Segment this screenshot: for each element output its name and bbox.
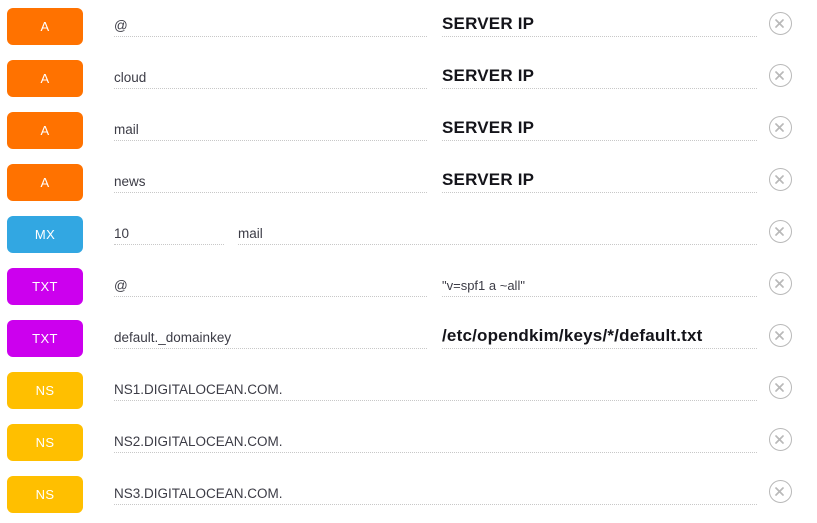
record-fields: @ "v=spf1 a ~all" bbox=[114, 264, 807, 316]
remove-record-icon[interactable] bbox=[769, 12, 792, 35]
record-type-badge[interactable]: A bbox=[7, 112, 83, 149]
record-value-input[interactable]: "v=spf1 a ~all" bbox=[442, 264, 757, 297]
record-name-value: default._domainkey bbox=[114, 330, 232, 346]
record-fields: news SERVER IP bbox=[114, 160, 807, 212]
record-type-label: NS bbox=[35, 383, 55, 398]
record-value-value: SERVER IP bbox=[442, 66, 535, 86]
record-type-badge[interactable]: A bbox=[7, 8, 83, 45]
record-value-value: SERVER IP bbox=[442, 118, 535, 138]
record-hostname-input[interactable]: NS1.DIGITALOCEAN.COM. bbox=[114, 368, 757, 401]
record-value-input[interactable]: SERVER IP bbox=[442, 4, 757, 37]
record-name-input[interactable]: mail bbox=[114, 108, 427, 141]
record-type-label: MX bbox=[34, 227, 56, 242]
record-priority-input[interactable]: 10 bbox=[114, 212, 224, 245]
table-row: Acloud SERVER IP bbox=[0, 56, 817, 108]
record-name-value: @ bbox=[114, 278, 128, 294]
record-name-value: @ bbox=[114, 18, 128, 34]
record-fields: cloud SERVER IP bbox=[114, 56, 807, 108]
record-fields: default._domainkey/etc/opendkim/keys/*/d… bbox=[114, 316, 807, 368]
record-name-input[interactable]: news bbox=[114, 160, 427, 193]
record-hostname-value: NS1.DIGITALOCEAN.COM. bbox=[114, 382, 283, 398]
record-type-label: A bbox=[40, 19, 50, 34]
record-type-badge[interactable]: NS bbox=[7, 372, 83, 409]
remove-record-icon[interactable] bbox=[769, 480, 792, 503]
record-type-label: NS bbox=[35, 487, 55, 502]
record-type-badge[interactable]: MX bbox=[7, 216, 83, 253]
record-value-input[interactable]: SERVER IP bbox=[442, 160, 757, 193]
record-fields: mail SERVER IP bbox=[114, 108, 807, 160]
table-row: TXT default._domainkey/etc/opendkim/keys/… bbox=[0, 316, 817, 368]
record-type-label: NS bbox=[35, 435, 55, 450]
record-priority-value: 10 bbox=[114, 226, 130, 242]
record-fields: NS3.DIGITALOCEAN.COM. bbox=[114, 472, 807, 523]
record-type-label: A bbox=[40, 175, 50, 190]
record-host-value: mail bbox=[238, 226, 263, 242]
record-value-value: SERVER IP bbox=[442, 14, 535, 34]
record-value-value: SERVER IP bbox=[442, 170, 535, 190]
record-type-label: TXT bbox=[32, 279, 58, 294]
table-row: NS NS2.DIGITALOCEAN.COM. bbox=[0, 420, 817, 472]
record-value-input[interactable]: SERVER IP bbox=[442, 56, 757, 89]
table-row: NS NS1.DIGITALOCEAN.COM. bbox=[0, 368, 817, 420]
remove-record-icon[interactable] bbox=[769, 324, 792, 347]
remove-record-icon[interactable] bbox=[769, 220, 792, 243]
record-value-input[interactable]: SERVER IP bbox=[442, 108, 757, 141]
record-type-badge[interactable]: TXT bbox=[7, 268, 83, 305]
record-name-input[interactable]: cloud bbox=[114, 56, 427, 89]
record-name-input[interactable]: default._domainkey bbox=[114, 316, 427, 349]
remove-record-icon[interactable] bbox=[769, 272, 792, 295]
record-name-input[interactable]: @ bbox=[114, 264, 427, 297]
remove-record-icon[interactable] bbox=[769, 116, 792, 139]
table-row: Amail SERVER IP bbox=[0, 108, 817, 160]
record-value-input[interactable]: /etc/opendkim/keys/*/default.txt bbox=[442, 316, 757, 349]
record-hostname-value: NS2.DIGITALOCEAN.COM. bbox=[114, 434, 283, 450]
record-hostname-input[interactable]: NS3.DIGITALOCEAN.COM. bbox=[114, 472, 757, 505]
remove-record-icon[interactable] bbox=[769, 376, 792, 399]
record-fields: NS2.DIGITALOCEAN.COM. bbox=[114, 420, 807, 472]
dns-records-list: A @ SERVER IP Acloud SERVER IP Amail SERVER IP… bbox=[0, 0, 817, 523]
record-hostname-value: NS3.DIGITALOCEAN.COM. bbox=[114, 486, 283, 502]
record-type-label: A bbox=[40, 71, 50, 86]
record-name-input[interactable]: @ bbox=[114, 4, 427, 37]
remove-record-icon[interactable] bbox=[769, 168, 792, 191]
record-fields: NS1.DIGITALOCEAN.COM. bbox=[114, 368, 807, 420]
table-row: NS NS3.DIGITALOCEAN.COM. bbox=[0, 472, 817, 523]
record-fields: 10 mail bbox=[114, 212, 807, 264]
record-type-badge[interactable]: NS bbox=[7, 424, 83, 461]
table-row: MX 10 mail bbox=[0, 212, 817, 264]
table-row: TXT @ "v=spf1 a ~all" bbox=[0, 264, 817, 316]
table-row: Anews SERVER IP bbox=[0, 160, 817, 212]
record-type-badge[interactable]: NS bbox=[7, 476, 83, 513]
table-row: A @ SERVER IP bbox=[0, 4, 817, 56]
record-type-badge[interactable]: TXT bbox=[7, 320, 83, 357]
record-name-value: cloud bbox=[114, 70, 147, 86]
remove-record-icon[interactable] bbox=[769, 428, 792, 451]
record-type-label: A bbox=[40, 123, 50, 138]
record-name-value: mail bbox=[114, 122, 139, 138]
record-type-label: TXT bbox=[32, 331, 58, 346]
record-fields: @ SERVER IP bbox=[114, 4, 807, 56]
record-type-badge[interactable]: A bbox=[7, 60, 83, 97]
record-hostname-input[interactable]: NS2.DIGITALOCEAN.COM. bbox=[114, 420, 757, 453]
record-host-input[interactable]: mail bbox=[238, 212, 757, 245]
record-name-value: news bbox=[114, 174, 146, 190]
record-type-badge[interactable]: A bbox=[7, 164, 83, 201]
record-value-value: /etc/opendkim/keys/*/default.txt bbox=[442, 326, 703, 346]
remove-record-icon[interactable] bbox=[769, 64, 792, 87]
record-value-value: "v=spf1 a ~all" bbox=[442, 278, 525, 294]
